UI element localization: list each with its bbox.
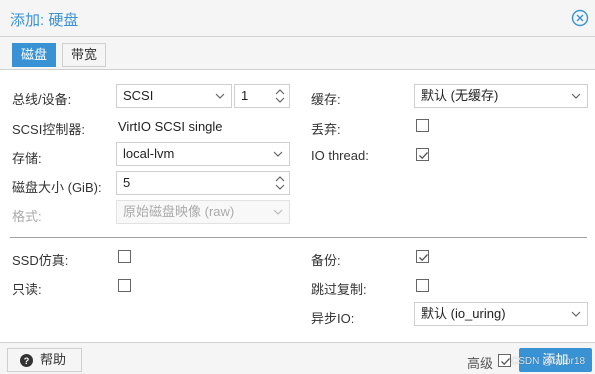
svg-text:?: ? (24, 356, 30, 366)
backup-label: 备份: (311, 253, 341, 268)
advanced-label: 高级 (467, 356, 494, 371)
cache-value: 默认 (无缓存) (421, 88, 499, 103)
disk-size-value: 5 (123, 175, 131, 190)
chevron-down-icon (571, 93, 581, 99)
close-icon[interactable] (571, 9, 589, 27)
chevron-down-icon (571, 311, 581, 317)
bus-select[interactable]: SCSI (116, 84, 232, 108)
ssd-emulation-label: SSD仿真: (12, 253, 69, 268)
section-divider (10, 237, 587, 238)
backup-checkbox[interactable] (416, 250, 429, 263)
async-io-select[interactable]: 默认 (io_uring) (414, 302, 588, 326)
tab-bandwidth[interactable]: 带宽 (62, 43, 107, 67)
checkmark-icon (419, 254, 428, 262)
spinner-icon[interactable] (274, 87, 286, 105)
advanced-checkbox[interactable] (498, 354, 511, 367)
scsi-controller-value: VirtIO SCSI single (118, 119, 223, 134)
chevron-down-icon (215, 93, 225, 99)
cache-select[interactable]: 默认 (无缓存) (414, 84, 588, 108)
format-select: 原始磁盘映像 (raw) (116, 200, 290, 224)
async-io-label: 异步IO: (311, 311, 355, 326)
spinner-icon[interactable] (274, 174, 286, 192)
disk-size-stepper[interactable]: 5 (116, 171, 290, 195)
io-thread-label: IO thread: (311, 148, 369, 163)
question-circle-icon: ? (20, 354, 33, 367)
storage-value: local-lvm (123, 146, 175, 161)
bus-value: SCSI (123, 88, 154, 103)
disk-size-label: 磁盘大小 (GiB): (12, 180, 102, 195)
watermark-text: CSDN @tailor18 (511, 356, 586, 367)
device-number-stepper[interactable]: 1 (234, 84, 290, 108)
discard-checkbox[interactable] (416, 119, 429, 132)
ssd-emulation-checkbox[interactable] (118, 250, 131, 263)
tab-disk[interactable]: 磁盘 (12, 43, 57, 67)
tab-strip: 磁盘 带宽 (0, 37, 595, 70)
read-only-label: 只读: (12, 282, 42, 297)
dialog-title: 添加: 硬盘 (10, 12, 79, 29)
chevron-down-icon (273, 151, 283, 157)
storage-select[interactable]: local-lvm (116, 142, 290, 166)
read-only-checkbox[interactable] (118, 279, 131, 292)
format-value: 原始磁盘映像 (raw) (123, 204, 235, 219)
dialog-titlebar: 添加: 硬盘 (0, 0, 595, 37)
format-label: 格式: (12, 209, 42, 224)
dialog-footer: ? 帮助 高级 添加 (0, 342, 595, 374)
help-button[interactable]: ? 帮助 (7, 348, 82, 372)
storage-label: 存储: (12, 151, 42, 166)
scsi-controller-label: SCSI控制器: (12, 122, 85, 137)
device-number-value: 1 (241, 88, 249, 103)
chevron-down-icon (273, 209, 283, 215)
discard-label: 丢弃: (311, 122, 341, 137)
skip-replication-label: 跳过复制: (311, 282, 367, 297)
cache-label: 缓存: (311, 92, 341, 107)
checkmark-icon (419, 152, 428, 160)
bus-device-label: 总线/设备: (12, 92, 72, 107)
help-button-label: 帮助 (40, 352, 67, 367)
io-thread-checkbox[interactable] (416, 148, 429, 161)
async-io-value: 默认 (io_uring) (421, 306, 506, 321)
skip-replication-checkbox[interactable] (416, 279, 429, 292)
